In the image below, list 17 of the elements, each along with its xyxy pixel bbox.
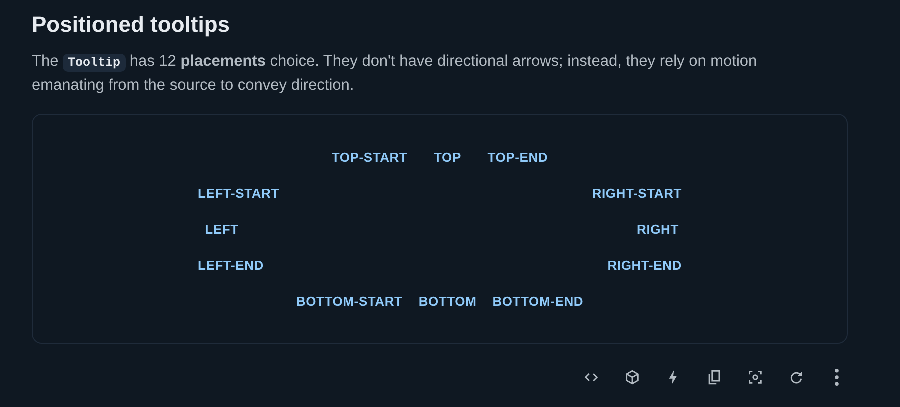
screenshot-icon: [746, 368, 764, 386]
placement-button[interactable]: BOTTOM-START: [288, 283, 411, 319]
section-heading: Positioned tooltips: [32, 11, 231, 39]
cube-icon: [624, 368, 640, 386]
placement-button[interactable]: RIGHT: [626, 211, 690, 247]
placement-button[interactable]: LEFT-END: [190, 247, 272, 283]
placement-button[interactable]: RIGHT-END: [600, 247, 690, 283]
placement-button[interactable]: RIGHT-START: [584, 175, 690, 211]
more-icon: [835, 368, 839, 386]
placement-button[interactable]: BOTTOM-END: [484, 283, 592, 319]
placement-button[interactable]: LEFT-START: [190, 175, 288, 211]
placement-button[interactable]: BOTTOM: [410, 283, 485, 319]
placement-button[interactable]: LEFT: [190, 211, 254, 247]
placement-button[interactable]: TOP-START: [324, 139, 416, 175]
placement-button[interactable]: TOP: [416, 139, 480, 175]
placement-button[interactable]: TOP-END: [480, 139, 556, 175]
description-text: The Tooltip has 12 placements choice. They don't have directional arrows; instead, they rely on motion emanating from the source to convey direction.: [32, 52, 758, 96]
